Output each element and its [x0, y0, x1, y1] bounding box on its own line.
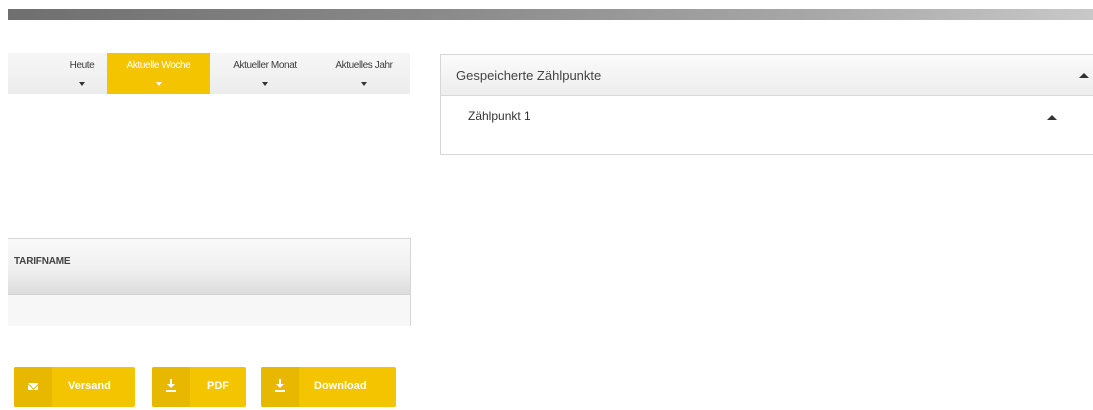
download-icon-box [261, 367, 299, 407]
meter-point-item[interactable]: Zählpunkt 1 [441, 96, 1093, 136]
column-header-tarifname[interactable]: TARIFNAME [14, 256, 71, 267]
pdf-icon-box [152, 367, 190, 407]
caret-up-icon[interactable] [1047, 115, 1057, 120]
tab-heute[interactable]: Heute [60, 53, 104, 94]
download-button[interactable]: Download [261, 367, 396, 407]
caret-down-icon [262, 82, 268, 86]
tab-aktueller-monat[interactable]: Aktueller Monat [215, 53, 315, 94]
tab-heute-label: Heute [69, 60, 95, 71]
download-arrow-icon [166, 379, 176, 393]
envelope-icon [28, 383, 38, 390]
tab-aktuelles-jahr[interactable]: Aktuelles Jahr [319, 53, 409, 94]
table-row [8, 295, 410, 326]
saved-meter-points-panel: Gespeicherte Zählpunkte Zählpunkt 1 [440, 54, 1093, 155]
saved-meter-points-header[interactable]: Gespeicherte Zählpunkte [441, 55, 1093, 96]
saved-meter-points-title: Gespeicherte Zählpunkte [456, 68, 602, 83]
send-button[interactable]: Versand [14, 367, 135, 407]
caret-down-icon [79, 82, 85, 86]
tab-aktueller-monat-label: Aktueller Monat [233, 60, 297, 71]
tab-aktuelle-woche[interactable]: Aktuelle Woche [107, 53, 210, 94]
send-button-label: Versand [68, 380, 111, 392]
table-header: TARIFNAME [8, 239, 410, 295]
send-icon-box [14, 367, 52, 407]
period-tabs: Heute Aktuelle Woche Aktueller Monat Akt… [8, 53, 410, 94]
download-button-label: Download [314, 380, 367, 392]
download-arrow-icon [275, 379, 285, 393]
top-bar [8, 9, 1093, 20]
pdf-button-label: PDF [207, 380, 229, 392]
pdf-button[interactable]: PDF [152, 367, 246, 407]
tariff-table: TARIFNAME [8, 238, 411, 326]
tab-aktuelle-woche-label: Aktuelle Woche [126, 60, 191, 71]
caret-down-icon [361, 82, 367, 86]
caret-up-icon[interactable] [1079, 73, 1089, 78]
caret-down-icon [155, 82, 162, 86]
tab-aktuelles-jahr-label: Aktuelles Jahr [335, 60, 393, 71]
meter-point-label: Zählpunkt 1 [468, 109, 531, 123]
